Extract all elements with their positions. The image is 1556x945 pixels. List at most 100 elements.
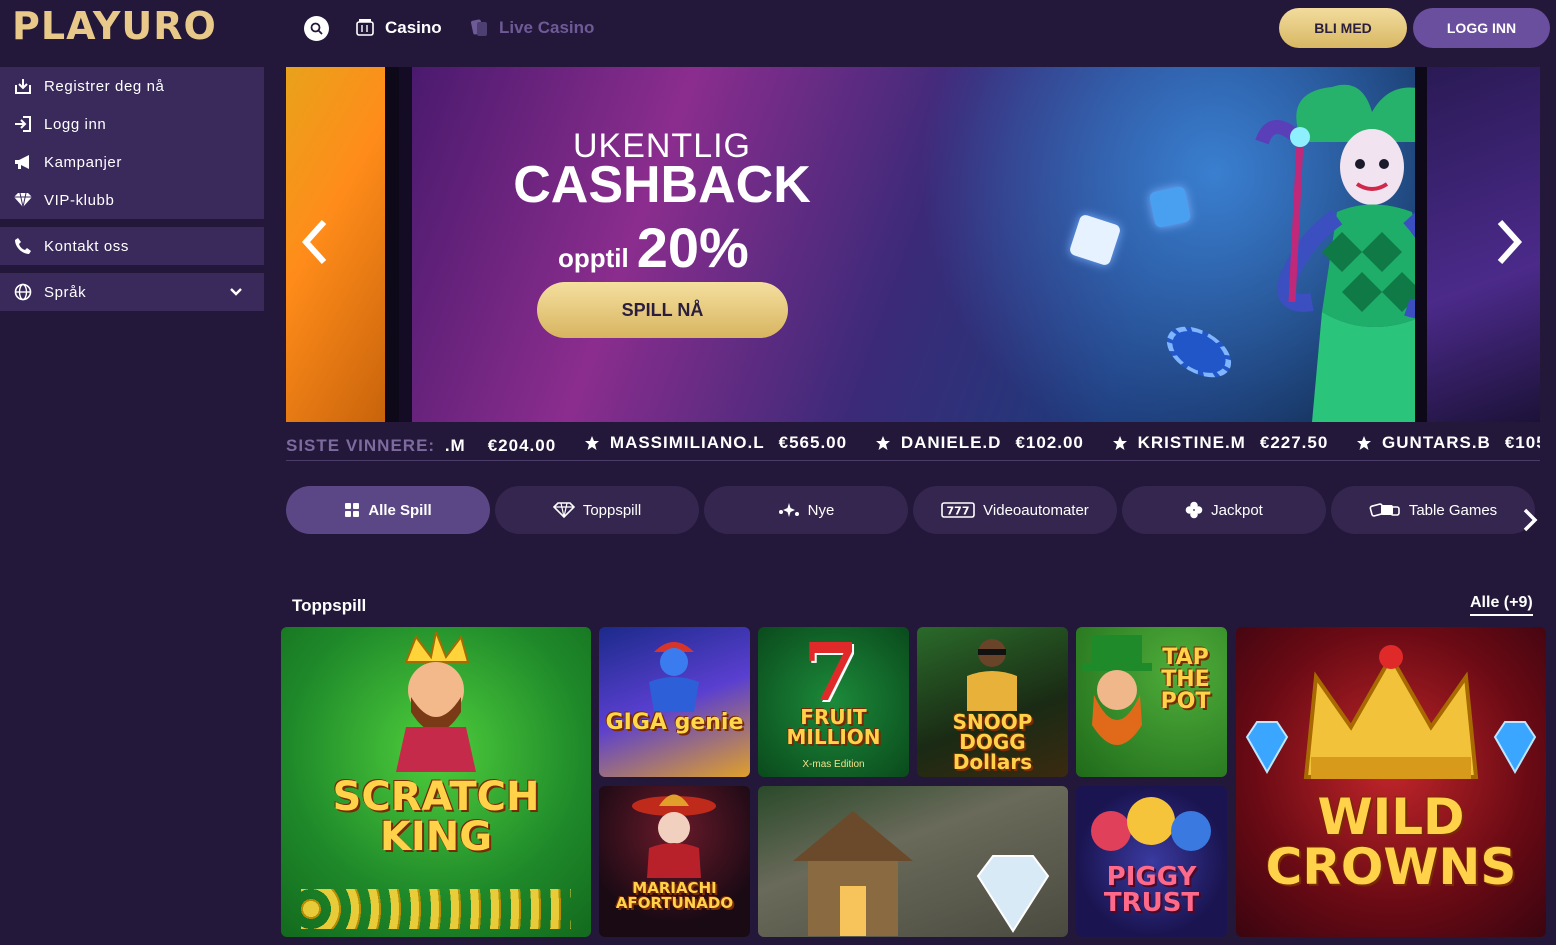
wooden-hut-image [793, 811, 913, 936]
coins-image [301, 889, 571, 929]
sidebar-item-login[interactable]: Logg inn [0, 105, 264, 143]
winner-amount: €204.00 [487, 436, 557, 455]
tab-label: Jackpot [1211, 501, 1263, 519]
diamond-icon [14, 192, 32, 208]
winner-name: KRISTINE.M [1137, 433, 1246, 452]
crown-image [1303, 645, 1479, 779]
game-tile-tap-the-pot[interactable]: TAP THE POT [1076, 627, 1227, 777]
join-button[interactable]: BLI MED [1279, 8, 1407, 48]
register-icon [15, 79, 31, 94]
recent-winners-ticker: SISTE VINNERE: .M €204.00 MASSIMILIANO.L… [286, 433, 1540, 457]
tabs-scroll-right-icon[interactable] [1520, 506, 1540, 534]
sidebar-item-language[interactable]: Språk [0, 273, 264, 311]
winner-entry: .M €204.00 [445, 436, 556, 456]
game-title: MARIACHI AFORTUNADO [615, 879, 734, 912]
game-subtitle: X-mas Edition [802, 759, 865, 770]
game-tile-scratch-king[interactable]: SCRATCH KING [281, 627, 591, 937]
login-button[interactable]: LOGG INN [1413, 8, 1550, 48]
view-all-link[interactable]: Alle (+9) [1470, 594, 1533, 616]
king-character-image [396, 632, 476, 772]
grid-icon [345, 503, 360, 517]
game-tile-giga-genie[interactable]: GIGA genie [599, 627, 750, 777]
game-tile-piggy-trust[interactable]: PIGGY TRUST [1076, 786, 1227, 937]
sidebar-contact-group: Kontakt oss [0, 227, 264, 265]
star-icon [1357, 436, 1372, 450]
play-now-button[interactable]: SPILL NÅ [537, 282, 788, 338]
banner-title-line2: CASHBACK [513, 156, 811, 214]
genie-character-image [649, 642, 699, 712]
game-title: FRUIT MILLION [786, 705, 881, 749]
top-header: PLAYURO Casino Live Casino BLI MED LOGG … [0, 0, 1556, 62]
search-button[interactable] [304, 16, 329, 41]
carousel-next-arrow-icon[interactable] [1494, 217, 1524, 267]
pigs-image [1091, 797, 1211, 851]
game-tile-snoop-dogg-dollars[interactable]: SNOOP DOGG Dollars [917, 627, 1068, 777]
game-title: GIGA genie [605, 710, 744, 735]
tab-all-games[interactable]: Alle Spill [286, 486, 490, 534]
winner-name: MASSIMILIANO.L [609, 433, 765, 452]
casino-chip-image [1158, 316, 1240, 388]
tab-new-games[interactable]: Nye [704, 486, 908, 534]
tab-label: Videoautomater [983, 501, 1089, 519]
game-tile-wild-crowns[interactable]: WILD CROWNS [1236, 627, 1546, 937]
winner-amount: €565.00 [778, 433, 848, 452]
diamond-gem-image [976, 855, 1050, 933]
dice-image [1148, 185, 1192, 229]
tab-table-games[interactable]: Table Games [1331, 486, 1535, 534]
tab-label: Alle Spill [368, 501, 432, 519]
blue-gem-image [1245, 721, 1289, 775]
game-title: SCRATCH KING [332, 774, 540, 860]
sparkle-icon [778, 503, 799, 517]
snoop-character-image [967, 639, 1017, 711]
winner-entry: MASSIMILIANO.L €565.00 [562, 433, 847, 453]
sidebar-language-group: Språk [0, 273, 264, 311]
cards-icon [1369, 503, 1400, 517]
game-title: WILD CROWNS [1265, 788, 1517, 896]
mariachi-character-image [632, 794, 716, 878]
winner-entry: GUNTARS.B €105. [1334, 433, 1540, 453]
diamond-icon [552, 502, 575, 518]
globe-icon [14, 283, 32, 301]
game-title: SNOOP DOGG Dollars [952, 710, 1033, 774]
winner-amount: €105. [1504, 433, 1540, 452]
banner-upto-text: opptil [558, 243, 629, 273]
game-tile-fruit-million[interactable]: 7 FRUIT MILLION X-mas Edition [758, 627, 909, 777]
chevron-down-icon [230, 288, 242, 296]
sidebar-item-contact[interactable]: Kontakt oss [0, 227, 264, 265]
winner-entry: DANIELE.D €102.00 [853, 433, 1084, 453]
carousel-prev-arrow-icon[interactable] [300, 217, 330, 267]
tab-top-games[interactable]: Toppspill [495, 486, 699, 534]
section-title: Toppspill [292, 596, 367, 615]
tab-label: Nye [807, 501, 835, 519]
login-icon [15, 116, 31, 132]
tab-video-slots[interactable]: 777 Videoautomater [913, 486, 1117, 534]
svg-text:777: 777 [947, 505, 970, 518]
tab-label: Table Games [1408, 501, 1498, 519]
tab-label: Toppspill [582, 501, 642, 519]
sidebar-item-label: Logg inn [44, 115, 107, 133]
sidebar-item-register[interactable]: Registrer deg nå [0, 67, 264, 105]
sidebar-item-label: Kontakt oss [44, 237, 129, 255]
sidebar-item-label: Registrer deg nå [44, 77, 165, 95]
sidebar-item-promotions[interactable]: Kampanjer [0, 143, 264, 181]
clover-icon [1185, 501, 1203, 519]
seven-symbol-image: 7 [803, 627, 859, 719]
nav-live-casino[interactable]: Live Casino [469, 18, 594, 38]
tab-jackpot[interactable]: Jackpot [1122, 486, 1326, 534]
slot-777-icon: 777 [941, 502, 975, 518]
game-tile-stone-hut[interactable] [758, 786, 1068, 937]
ticker-divider [286, 460, 1540, 461]
game-title: TAP THE POT [1160, 645, 1211, 714]
sidebar-item-label: Språk [44, 283, 87, 301]
search-icon [310, 22, 323, 35]
game-tile-mariachi-afortunado[interactable]: MARIACHI AFORTUNADO [599, 786, 750, 937]
sidebar-item-vip[interactable]: VIP-klubb [0, 181, 264, 219]
logo[interactable]: PLAYURO [12, 4, 217, 48]
star-icon [584, 436, 599, 450]
slot-machine-icon [356, 19, 374, 36]
winner-name: .M [444, 436, 466, 455]
leprechaun-character-image [1082, 635, 1152, 745]
winners-label: SISTE VINNERE: [286, 436, 436, 455]
nav-casino[interactable]: Casino [355, 18, 442, 38]
nav-casino-label: Casino [385, 18, 442, 37]
